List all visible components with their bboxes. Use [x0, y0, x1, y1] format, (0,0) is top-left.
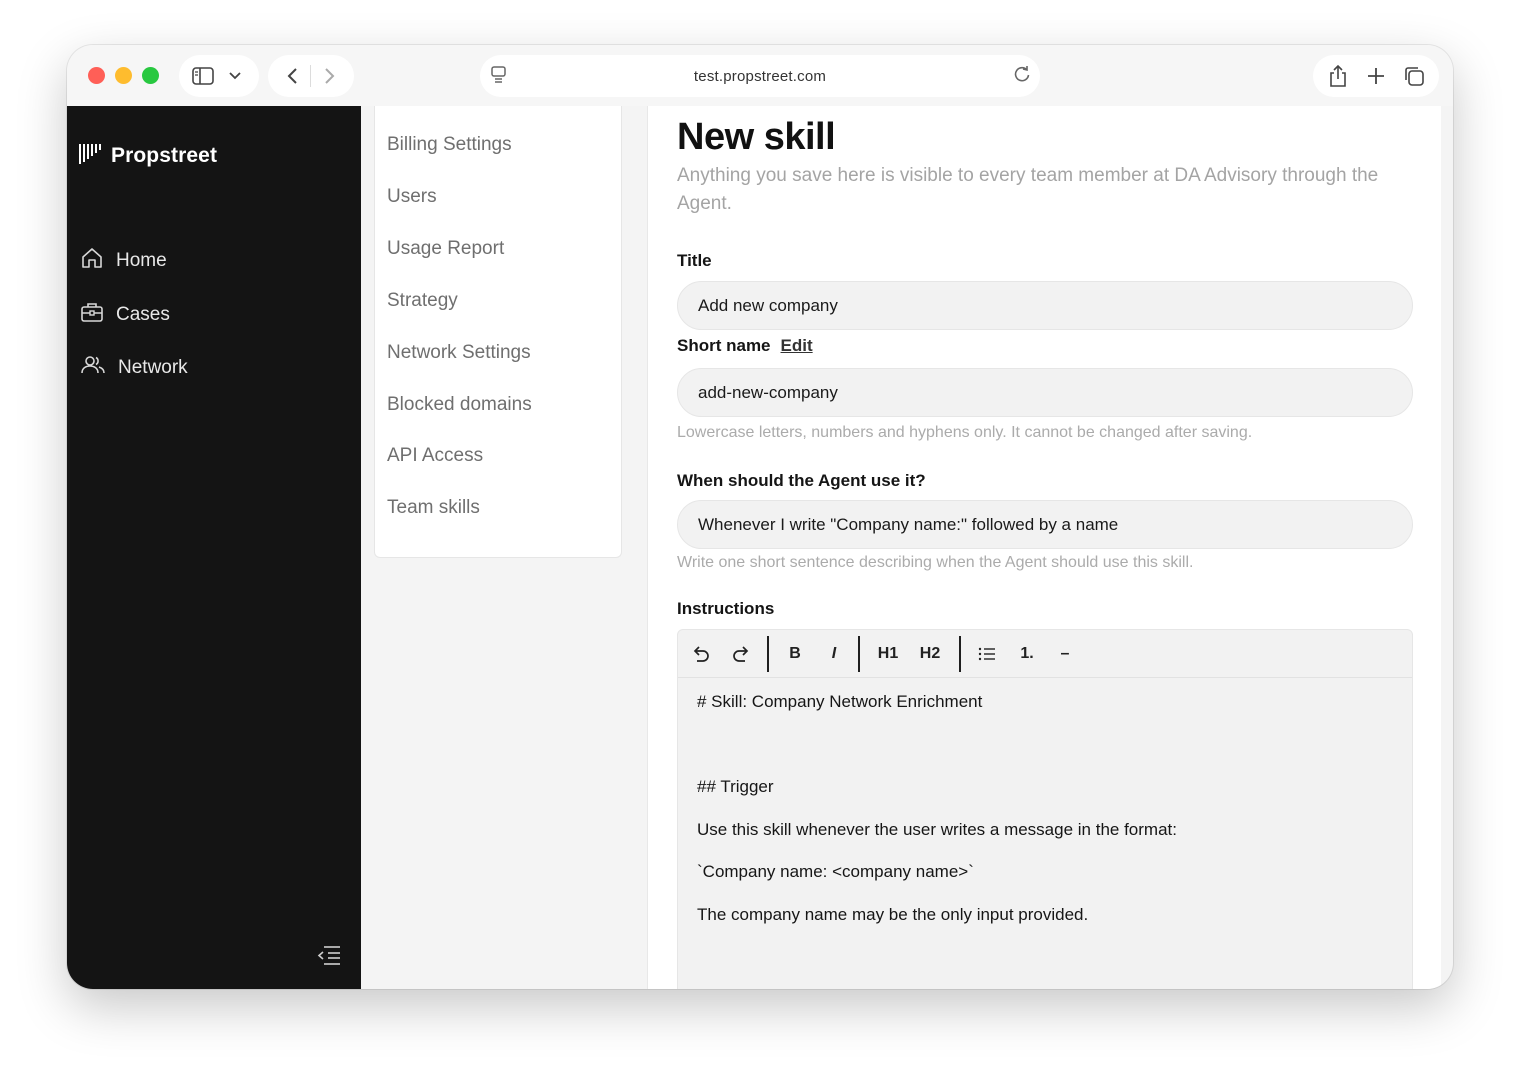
editor-toolbar: B I H1 H2 1. –	[678, 630, 1412, 678]
forward-icon[interactable]	[316, 62, 344, 90]
back-icon[interactable]	[278, 62, 306, 90]
propstreet-logo-icon	[79, 142, 103, 169]
page-menu-icon[interactable]	[490, 64, 508, 89]
when-label: When should the Agent use it?	[677, 471, 926, 490]
settings-menu-item-usage-report[interactable]: Usage Report	[387, 238, 504, 260]
users-icon	[80, 353, 106, 382]
editor-line: Use this skill whenever the user writes …	[697, 820, 1177, 839]
edit-short-name-link[interactable]: Edit	[781, 336, 813, 355]
instructions-label: Instructions	[677, 599, 775, 618]
settings-menu: Billing Settings Users Usage Report Stra…	[374, 106, 622, 558]
nav-item-network[interactable]: Network	[80, 353, 188, 382]
editor-line: ## Trigger	[697, 777, 774, 796]
toolbar-divider	[767, 636, 769, 672]
minimize-window-button[interactable]	[115, 67, 132, 84]
instructions-editor[interactable]: B I H1 H2 1. – # Skill: Company Network …	[677, 629, 1413, 989]
nav-item-cases[interactable]: Cases	[80, 300, 170, 329]
bullet-list-icon	[978, 647, 995, 661]
tab-overview-icon[interactable]	[1400, 62, 1428, 90]
nav-label-cases: Cases	[116, 303, 170, 325]
history-nav-group	[268, 55, 354, 97]
settings-menu-item-blocked-domains[interactable]: Blocked domains	[387, 394, 532, 416]
briefcase-icon	[80, 300, 104, 329]
settings-column: Billing Settings Users Usage Report Stra…	[361, 106, 647, 989]
title-label: Title	[677, 251, 712, 270]
app-sidebar: Propstreet Home Cases Network	[67, 106, 361, 989]
heading-2-button[interactable]: H2	[914, 640, 946, 668]
sidebar-icon[interactable]	[189, 62, 217, 90]
settings-menu-item-users[interactable]: Users	[387, 186, 437, 208]
sidebar-toggle-group	[179, 55, 259, 97]
browser-window: test.propstreet.com Propstreet Home Case…	[67, 45, 1453, 989]
editor-line: # Skill: Company Network Enrichment	[697, 692, 983, 711]
when-hint: Write one short sentence describing when…	[677, 554, 1194, 571]
page-title: New skill	[677, 116, 836, 158]
redo-icon	[733, 646, 749, 662]
address-bar[interactable]: test.propstreet.com	[480, 55, 1040, 97]
nav-item-home[interactable]: Home	[80, 246, 167, 275]
bold-button[interactable]: B	[782, 640, 808, 668]
nav-divider	[310, 65, 312, 87]
brand[interactable]: Propstreet	[79, 142, 217, 169]
settings-menu-item-team-skills[interactable]: Team skills	[387, 497, 480, 519]
short-name-label-row: Short name Edit	[677, 336, 813, 356]
close-window-button[interactable]	[88, 67, 105, 84]
settings-menu-item-network-settings[interactable]: Network Settings	[387, 342, 531, 364]
settings-menu-item-api-access[interactable]: API Access	[387, 445, 483, 467]
browser-actions	[1313, 55, 1439, 97]
home-icon	[80, 246, 104, 275]
settings-menu-item-billing[interactable]: Billing Settings	[387, 134, 512, 156]
page-subtitle: Anything you save here is visible to eve…	[677, 165, 1379, 214]
editor-line: `Company name: <company name>`	[697, 862, 974, 881]
undo-icon	[693, 646, 709, 662]
when-input[interactable]	[677, 500, 1413, 549]
ordered-list-button[interactable]: 1.	[1014, 640, 1040, 668]
browser-toolbar: test.propstreet.com	[67, 45, 1453, 106]
heading-1-button[interactable]: H1	[872, 640, 904, 668]
nav-label-home: Home	[116, 249, 167, 271]
reload-icon[interactable]	[1012, 63, 1032, 90]
settings-menu-item-strategy[interactable]: Strategy	[387, 290, 458, 312]
bullet-list-button[interactable]	[974, 640, 1000, 668]
short-name-hint: Lowercase letters, numbers and hyphens o…	[677, 424, 1253, 441]
italic-button[interactable]: I	[821, 640, 847, 668]
short-name-input[interactable]	[677, 368, 1413, 417]
zoom-window-button[interactable]	[142, 67, 159, 84]
url-text: test.propstreet.com	[693, 67, 827, 85]
short-name-label: Short name	[677, 336, 771, 355]
collapse-sidebar-icon[interactable]	[316, 944, 342, 971]
undo-button[interactable]	[688, 640, 714, 668]
nav-label-network: Network	[118, 356, 188, 378]
toolbar-divider	[959, 636, 961, 672]
share-icon[interactable]	[1324, 62, 1352, 90]
chevron-down-icon[interactable]	[221, 62, 249, 90]
horizontal-rule-button[interactable]: –	[1052, 640, 1078, 668]
brand-name: Propstreet	[111, 143, 218, 167]
title-input[interactable]	[677, 281, 1413, 330]
editor-line: The company name may be the only input p…	[697, 905, 1089, 924]
new-tab-icon[interactable]	[1362, 62, 1390, 90]
redo-button[interactable]	[728, 640, 754, 668]
toolbar-divider	[858, 636, 860, 672]
skill-form: New skill Anything you save here is visi…	[647, 106, 1441, 989]
